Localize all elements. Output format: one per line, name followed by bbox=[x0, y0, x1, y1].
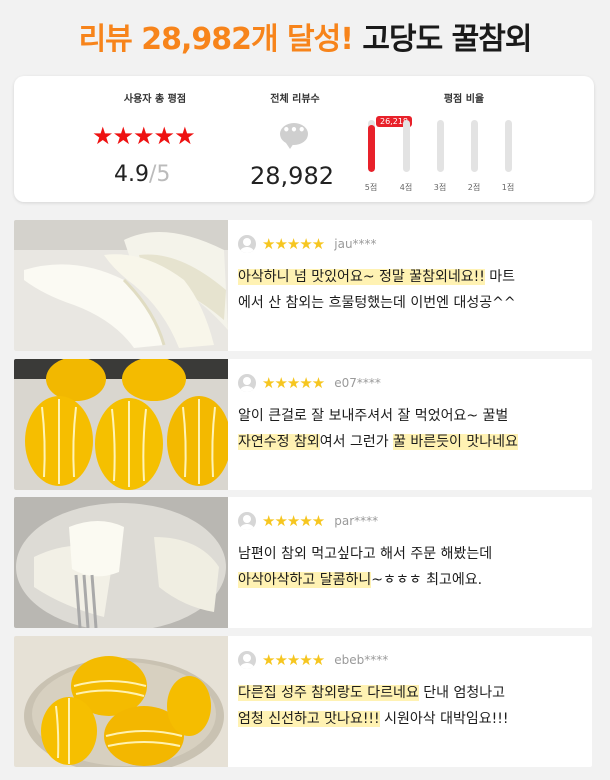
review-username: e07**** bbox=[334, 376, 381, 390]
review-line: 자연수정 참외여서 그런가 꿀 바른듯이 맛나네요 bbox=[238, 429, 586, 455]
review-card: ★★★★★ jau**** 아삭하니 넘 맛있어요~ 정말 꿀참외네요!! 마트… bbox=[14, 220, 592, 351]
rating-bar-track bbox=[367, 120, 375, 172]
average-score: 4.9/5 bbox=[114, 162, 170, 187]
review-text: 다른집 성주 참외랑도 다르네요 단내 엄청나고 엄청 신선하고 맛나요!!! … bbox=[238, 680, 586, 732]
rating-title: 사용자 총 평점 bbox=[123, 94, 187, 105]
review-text: 남편이 참외 먹고싶다고 해서 주문 해봤는데 아삭아삭하고 달콤하니~ㅎㅎㅎ … bbox=[238, 541, 586, 593]
review-phrase: 알이 큰걸로 잘 보내주셔서 잘 먹었어요~ 꿀벌 bbox=[238, 408, 509, 424]
review-phrase: 남편이 참외 먹고싶다고 해서 주문 해봤는데 bbox=[238, 546, 493, 562]
review-stars: ★★★★★ bbox=[262, 235, 325, 253]
user-avatar-icon bbox=[238, 651, 256, 669]
ratio-title: 평점 비율 bbox=[443, 94, 485, 105]
review-body: ★★★★★ jau**** 아삭하니 넘 맛있어요~ 정말 꿀참외네요!! 마트… bbox=[238, 234, 586, 316]
highlighted-phrase: 아삭하니 넘 맛있어요~ 정말 꿀참외네요!! bbox=[238, 269, 485, 285]
rating-bar-track bbox=[436, 120, 444, 172]
headline-product: 고당도 꿀참외 bbox=[362, 22, 532, 57]
highlighted-phrase: 자연수정 참외 bbox=[238, 434, 320, 450]
highlighted-phrase: 엄청 신선하고 맛나요!!! bbox=[238, 711, 380, 727]
user-avatar-icon bbox=[238, 512, 256, 530]
review-body: ★★★★★ par**** 남편이 참외 먹고싶다고 해서 주문 해봤는데 아삭… bbox=[238, 511, 586, 593]
review-text: 알이 큰걸로 잘 보내주셔서 잘 먹었어요~ 꿀벌 자연수정 참외여서 그런가 … bbox=[238, 403, 586, 455]
rating-bar-label: 5점 bbox=[364, 183, 378, 192]
speech-bubble-icon: ••• bbox=[280, 123, 308, 149]
review-line: 아삭하니 넘 맛있어요~ 정말 꿀참외네요!! 마트 bbox=[238, 264, 586, 290]
review-photo-melon-on-fork bbox=[14, 497, 228, 628]
review-photo-whole-melons bbox=[14, 359, 228, 490]
review-phrase: ~ㅎㅎㅎ 최고에요. bbox=[371, 572, 483, 588]
review-meta: ★★★★★ jau**** bbox=[238, 234, 586, 254]
review-line: 다른집 성주 참외랑도 다르네요 단내 엄청나고 bbox=[238, 680, 586, 706]
rating-bar-track bbox=[402, 120, 410, 172]
rating-bar-label: 1점 bbox=[501, 183, 515, 192]
review-line: 아삭아삭하고 달콤하니~ㅎㅎㅎ 최고에요. bbox=[238, 567, 586, 593]
review-text: 아삭하니 넘 맛있어요~ 정말 꿀참외네요!! 마트 에서 산 참외는 흐물텅했… bbox=[238, 264, 586, 316]
review-stars: ★★★★★ bbox=[262, 512, 325, 530]
review-phrase: 마트 bbox=[484, 269, 516, 285]
rating-bar-1: 1점 bbox=[488, 120, 528, 193]
review-line: 엄청 신선하고 맛나요!!! 시원아삭 대박임요!!! bbox=[238, 706, 586, 732]
review-username: ebeb**** bbox=[334, 653, 389, 667]
review-card: ★★★★★ ebeb**** 다른집 성주 참외랑도 다르네요 단내 엄청나고 … bbox=[14, 636, 592, 767]
review-phrase: 시원아삭 대박임요!!! bbox=[379, 711, 509, 727]
review-line: 에서 산 참외는 흐물텅했는데 이번엔 대성공^^ bbox=[238, 290, 586, 316]
headline: 리뷰 28,982개 달성! 고당도 꿀참외 bbox=[0, 14, 610, 58]
review-username: jau**** bbox=[334, 237, 377, 251]
review-meta: ★★★★★ e07**** bbox=[238, 373, 586, 393]
review-line: 알이 큰걸로 잘 보내주셔서 잘 먹었어요~ 꿀벌 bbox=[238, 403, 586, 429]
review-stars: ★★★★★ bbox=[262, 374, 325, 392]
review-phrase: 단내 엄청나고 bbox=[418, 685, 505, 701]
review-username: par**** bbox=[334, 514, 379, 528]
rating-bar-track bbox=[504, 120, 512, 172]
highlighted-phrase: 꿀 바른듯이 맛나네요 bbox=[393, 434, 518, 450]
score-max: /5 bbox=[149, 162, 171, 187]
review-card: ★★★★★ par**** 남편이 참외 먹고싶다고 해서 주문 해봤는데 아삭… bbox=[14, 497, 592, 628]
review-phrase: 여서 그런가 bbox=[319, 434, 394, 450]
highlighted-phrase: 아삭아삭하고 달콤하니 bbox=[238, 572, 372, 588]
review-stars: ★★★★★ bbox=[262, 651, 325, 669]
rating-bar-5: 5점 bbox=[351, 120, 391, 193]
score-value: 4.9 bbox=[114, 162, 149, 187]
user-avatar-icon bbox=[238, 235, 256, 253]
rating-bar-track bbox=[470, 120, 478, 172]
review-line: 남편이 참외 먹고싶다고 해서 주문 해봤는데 bbox=[238, 541, 586, 567]
review-photo-melons-in-bowl bbox=[14, 636, 228, 767]
count-title: 전체 리뷰수 bbox=[270, 94, 320, 105]
highlighted-phrase: 다른집 성주 참외랑도 다르네요 bbox=[238, 685, 419, 701]
review-count: 28,982 bbox=[250, 162, 334, 190]
rating-summary-card: 사용자 총 평점 ★★★★★ 4.9/5 전체 리뷰수 ••• 28,982 평… bbox=[14, 76, 594, 202]
review-card: ★★★★★ e07**** 알이 큰걸로 잘 보내주셔서 잘 먹었어요~ 꿀벌 … bbox=[14, 359, 592, 490]
review-photo-sliced-melon bbox=[14, 220, 228, 351]
review-body: ★★★★★ e07**** 알이 큰걸로 잘 보내주셔서 잘 먹었어요~ 꿀벌 … bbox=[238, 373, 586, 455]
user-avatar-icon bbox=[238, 374, 256, 392]
review-body: ★★★★★ ebeb**** 다른집 성주 참외랑도 다르네요 단내 엄청나고 … bbox=[238, 650, 586, 732]
review-meta: ★★★★★ par**** bbox=[238, 511, 586, 531]
review-meta: ★★★★★ ebeb**** bbox=[238, 650, 586, 670]
rating-stars: ★★★★★ bbox=[92, 122, 196, 150]
review-phrase: 에서 산 참외는 흐물텅했는데 이번엔 대성공^^ bbox=[238, 295, 516, 311]
rating-bar-fill bbox=[367, 125, 375, 172]
headline-accent: 리뷰 28,982개 달성! bbox=[78, 22, 354, 57]
